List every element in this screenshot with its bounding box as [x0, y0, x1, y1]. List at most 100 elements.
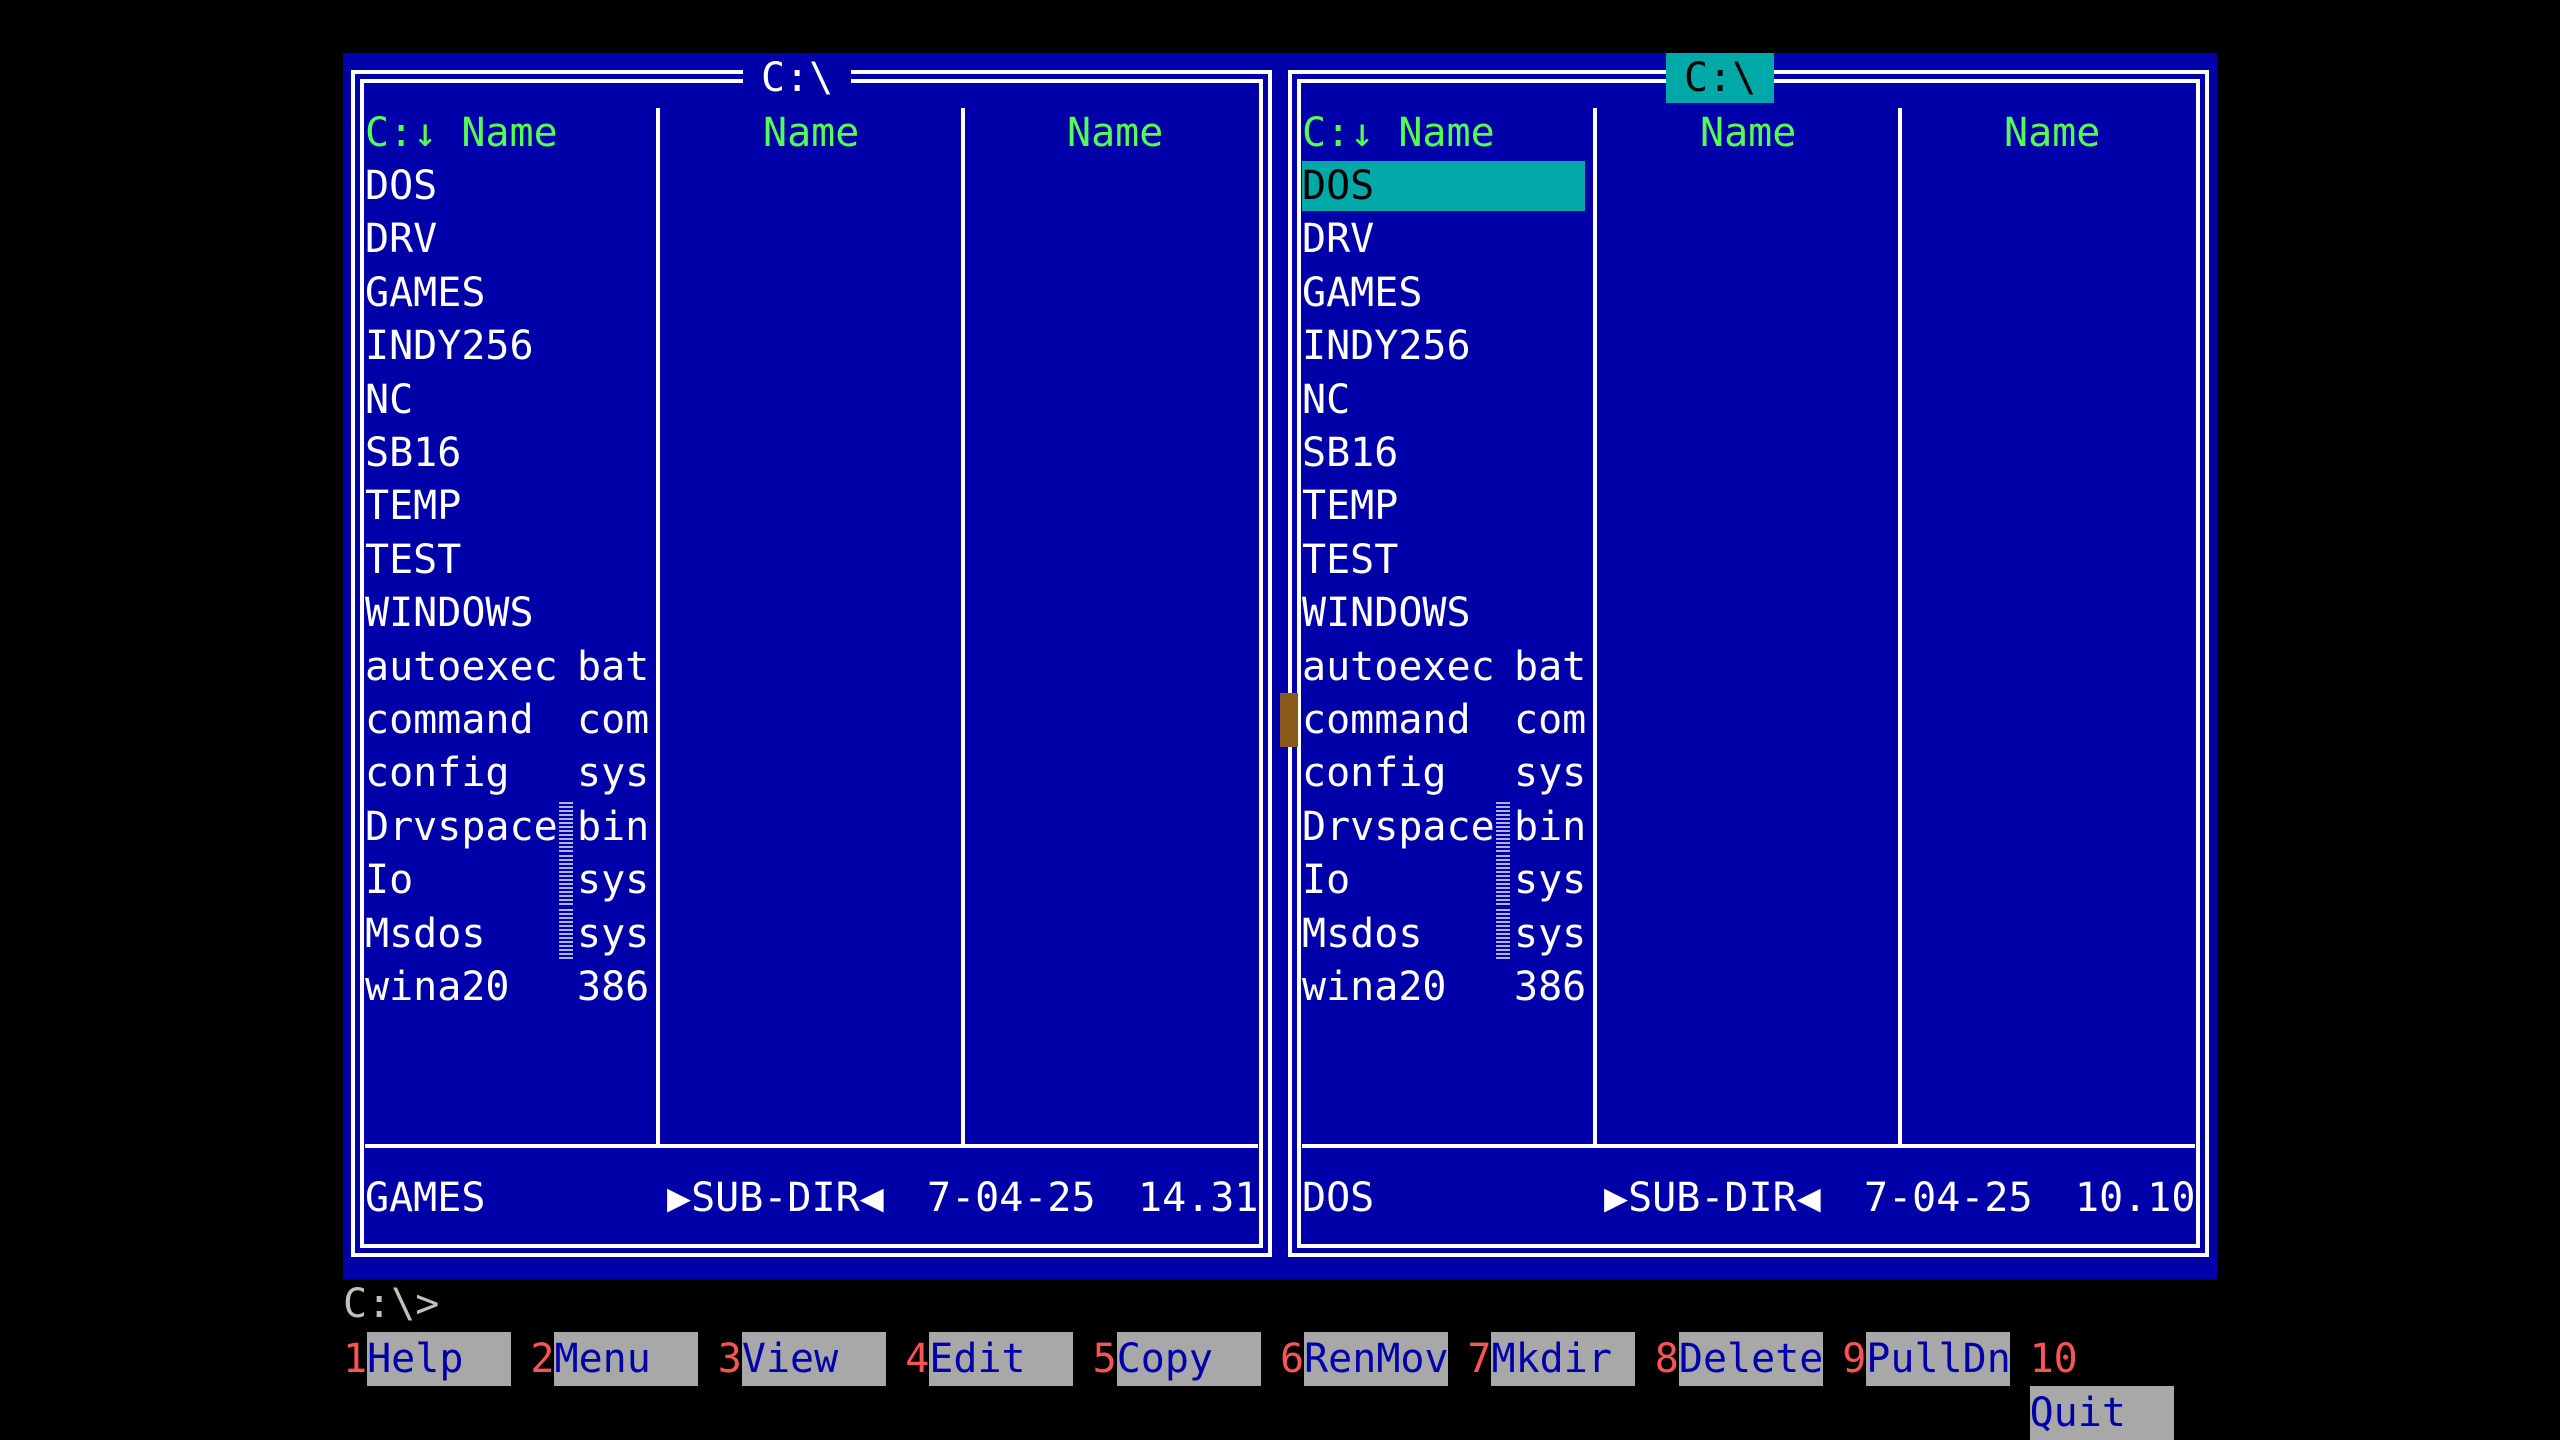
file-row[interactable]: DOS [1302, 161, 1585, 211]
right-column-header-1[interactable]: C:↓ Name [1302, 108, 1495, 158]
right-status-divider [1302, 1144, 2195, 1148]
file-row[interactable]: autoexec bat [1302, 642, 1586, 692]
file-row[interactable]: DOS [365, 161, 437, 211]
file-extension: sys [577, 857, 650, 904]
right-column-divider-2 [1898, 108, 1902, 1145]
left-column-header-2[interactable]: Name [763, 108, 859, 158]
fkey-renmov[interactable]: 6RenMov [1280, 1332, 1467, 1386]
hidden-attribute-marker [559, 908, 573, 959]
file-row[interactable]: wina20 386 [1302, 962, 1586, 1012]
left-column-divider-2 [961, 108, 965, 1145]
file-name: DRV [1302, 216, 1375, 263]
fkey-copy[interactable]: 5Copy [1093, 1332, 1280, 1386]
right-status-name: DOS [1302, 1175, 1375, 1221]
file-extension: com [1514, 697, 1587, 743]
file-row[interactable]: INDY256 [1302, 321, 1471, 371]
file-row[interactable]: WINDOWS [365, 588, 534, 638]
file-name: TEST [1302, 536, 1399, 583]
file-row[interactable]: Drvspace bin [1302, 801, 1586, 852]
fkey-number: 9 [1842, 1336, 1867, 1382]
file-name: autoexec [1302, 643, 1495, 690]
file-name: DRV [365, 216, 438, 263]
file-row[interactable]: Io sys [1302, 855, 1586, 906]
file-row[interactable]: config sys [365, 748, 649, 798]
file-extension: sys [1514, 910, 1587, 957]
file-row[interactable]: config sys [1302, 748, 1586, 798]
file-row[interactable]: NC [1302, 375, 1350, 425]
fkey-label: RenMov [1304, 1332, 1449, 1386]
file-row[interactable]: GAMES [365, 268, 485, 318]
file-row[interactable]: Msdos sys [1302, 908, 1586, 959]
file-row[interactable]: TEST [365, 535, 461, 585]
file-name: TEMP [365, 483, 462, 530]
fkey-number: 6 [1280, 1336, 1305, 1382]
file-row[interactable]: TEMP [1302, 481, 1398, 531]
fkey-label: Quit [2029, 1386, 2174, 1440]
fkey-pulldn[interactable]: 9PullDn [1842, 1332, 2029, 1386]
left-column-header-1[interactable]: C:↓ Name [365, 108, 558, 158]
hidden-attribute-marker [559, 855, 573, 906]
file-row[interactable]: command com [1302, 695, 1586, 745]
left-column-divider-1 [656, 108, 660, 1145]
fkey-label: Help [367, 1332, 512, 1386]
file-name: TEST [365, 536, 462, 583]
file-row[interactable]: INDY256 [365, 321, 534, 371]
file-row[interactable]: TEMP [365, 481, 461, 531]
fkey-help[interactable]: 1Help [343, 1332, 530, 1386]
right-column-header-2[interactable]: Name [1700, 108, 1796, 158]
file-row[interactable]: DRV [365, 214, 437, 264]
fkey-number: 8 [1654, 1336, 1679, 1382]
right-panel-title: C:\ [1666, 53, 1775, 103]
file-row[interactable]: DRV [1302, 214, 1374, 264]
left-status-name: GAMES [365, 1175, 486, 1221]
file-extension: 386 [1514, 964, 1587, 1010]
file-name: TEMP [1302, 483, 1399, 530]
file-row[interactable]: Msdos sys [365, 908, 649, 959]
command-line[interactable]: C:\> [343, 1280, 439, 1328]
left-panel[interactable]: C:\ C:↓ Name Name Name DOS DRV GAMES INDY25… [343, 53, 1280, 1279]
file-row[interactable]: wina20 386 [365, 962, 649, 1012]
file-row[interactable]: SB16 [1302, 428, 1398, 478]
left-panel-title: C:\ [743, 53, 852, 103]
file-name: GAMES [365, 269, 486, 316]
file-row[interactable]: Io sys [365, 855, 649, 906]
file-name: autoexec [365, 643, 558, 690]
file-extension: sys [1514, 857, 1587, 904]
fkey-delete[interactable]: 8Delete [1655, 1332, 1842, 1386]
left-status-date: 7-04-25 [927, 1175, 1096, 1221]
fkey-menu[interactable]: 2Menu [530, 1332, 717, 1386]
fkey-label: Mkdir [1491, 1332, 1636, 1386]
file-row[interactable]: SB16 [365, 428, 461, 478]
file-name: Drvspace [1302, 803, 1495, 850]
file-row[interactable]: GAMES [1302, 268, 1422, 318]
file-name: wina20 [1302, 964, 1447, 1010]
function-key-bar: 1Help 2Menu 3View 4Edit 5Copy 6RenMov 7Mkdir 8D… [343, 1332, 2217, 1440]
fkey-edit[interactable]: 4Edit [905, 1332, 1092, 1386]
right-status-time: 10.10 [2075, 1175, 2196, 1221]
fkey-quit[interactable]: 10Quit [2029, 1332, 2217, 1440]
file-row[interactable]: Drvspace bin [365, 801, 649, 852]
fkey-number: 10 [2029, 1336, 2078, 1382]
file-name: command [365, 697, 534, 743]
file-row[interactable]: NC [365, 375, 413, 425]
file-name: Msdos [1302, 910, 1423, 957]
right-column-header-3[interactable]: Name [2004, 108, 2100, 158]
file-row[interactable]: WINDOWS [1302, 588, 1471, 638]
right-column-divider-1 [1593, 108, 1597, 1145]
file-name: config [365, 750, 510, 797]
left-status-divider [365, 1144, 1258, 1148]
file-name: SB16 [365, 430, 462, 476]
left-column-header-3[interactable]: Name [1067, 108, 1163, 158]
right-panel[interactable]: C:\ C:↓ Name Name Name DOS DRV GAMES INDY25… [1280, 53, 2217, 1279]
fkey-number: 5 [1092, 1336, 1117, 1382]
fkey-mkdir[interactable]: 7Mkdir [1467, 1332, 1654, 1386]
file-extension: 386 [577, 964, 650, 1010]
file-extension: bin [577, 803, 650, 850]
file-row[interactable]: TEST [1302, 535, 1398, 585]
fkey-label: Copy [1116, 1332, 1261, 1386]
mouse-cursor-block [1280, 693, 1298, 747]
file-row[interactable]: autoexec bat [365, 642, 649, 692]
fkey-number: 4 [905, 1336, 930, 1382]
file-row[interactable]: command com [365, 695, 649, 745]
fkey-view[interactable]: 3View [718, 1332, 905, 1386]
